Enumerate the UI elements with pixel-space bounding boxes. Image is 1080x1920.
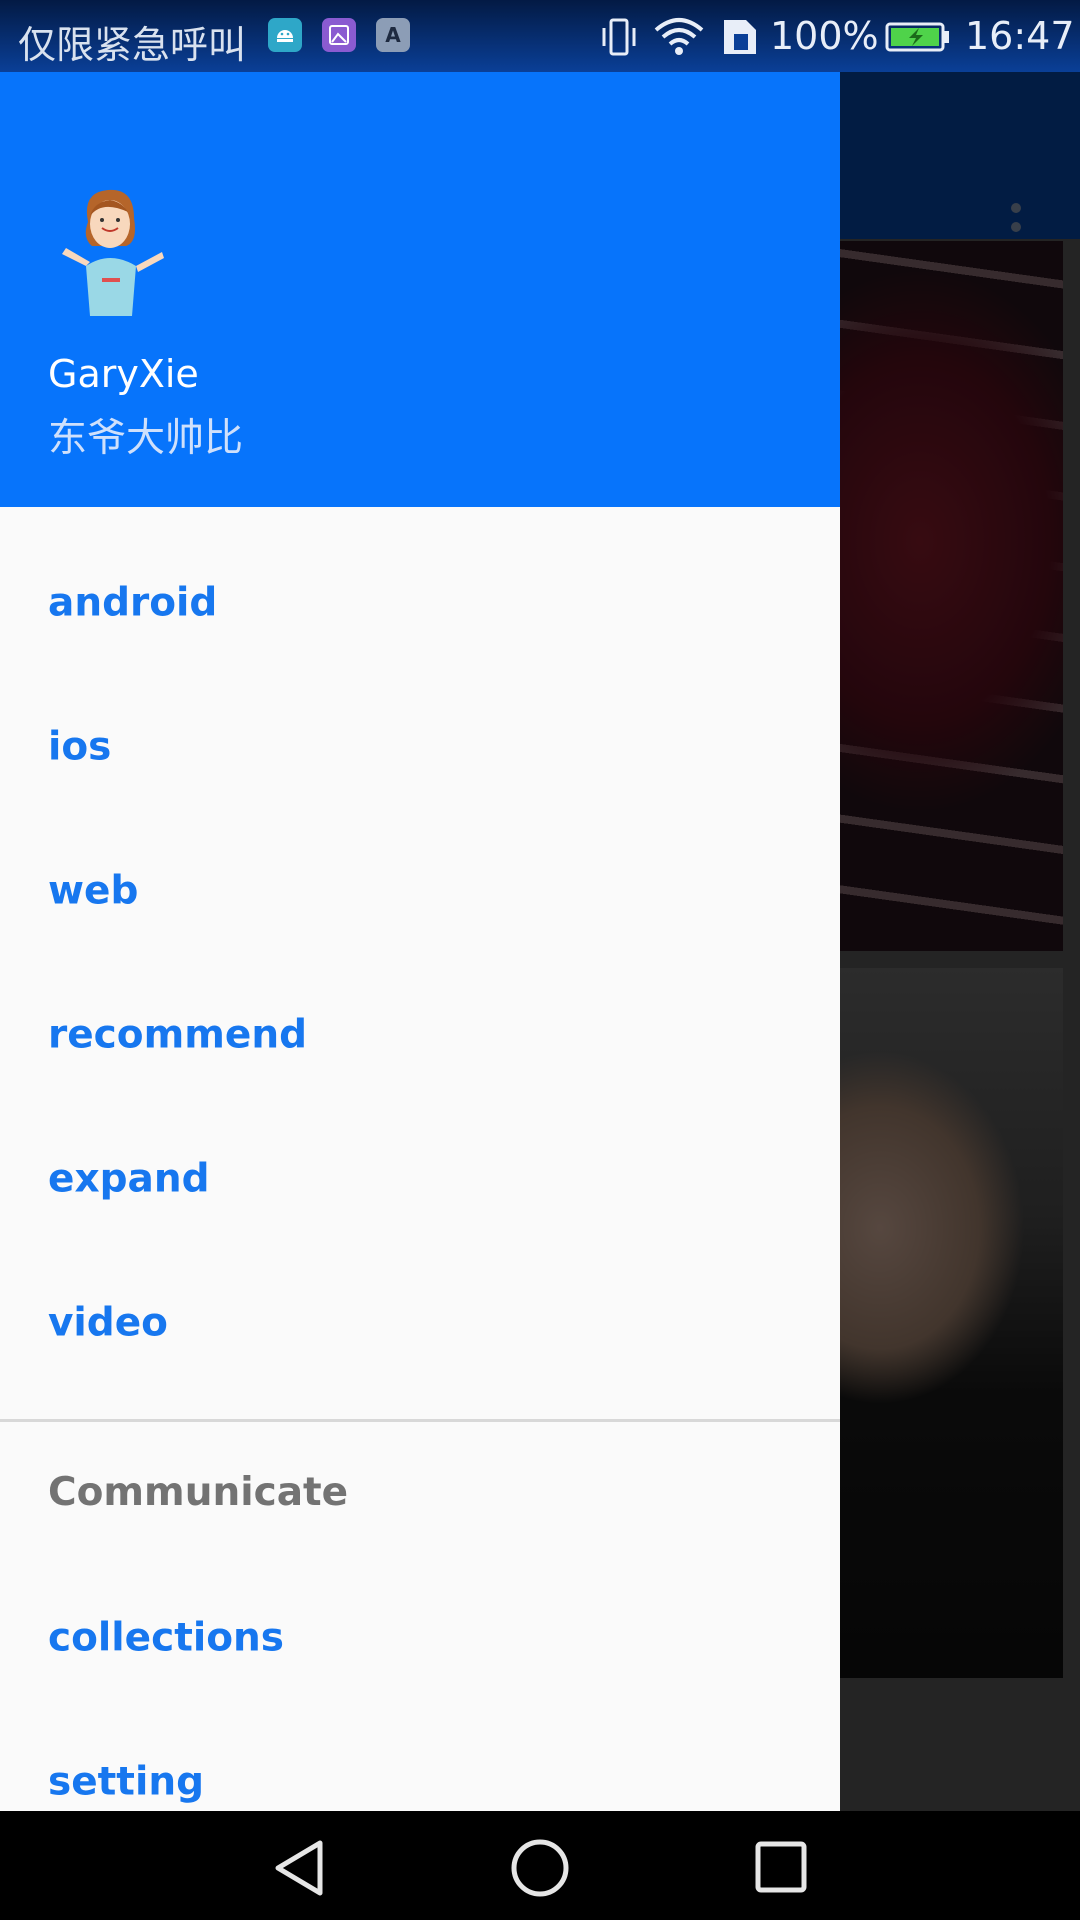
avatar[interactable] <box>52 182 176 322</box>
carrier-text: 仅限紧急呼叫 <box>18 23 247 67</box>
menu-item-label: video <box>48 1300 168 1346</box>
wifi-icon <box>652 14 706 62</box>
battery-charging-icon <box>885 22 951 56</box>
menu-item-label: collections <box>48 1615 284 1661</box>
menu-item-setting[interactable]: setting <box>0 1710 840 1811</box>
vibrate-icon <box>598 16 640 62</box>
menu-item-label: expand <box>48 1156 210 1202</box>
navigation-drawer: GaryXie 东爷大帅比 android ios web recommend … <box>0 72 840 1811</box>
battery-percent: 100% <box>770 14 879 58</box>
menu-divider <box>0 1419 840 1422</box>
menu-item-expand[interactable]: expand <box>0 1107 840 1251</box>
menu-item-video[interactable]: video <box>0 1251 840 1395</box>
sim-icon <box>720 16 760 62</box>
user-subtitle: 东爷大帅比 <box>48 416 244 461</box>
android-icon <box>268 18 302 52</box>
a-letter-icon: A <box>376 18 410 52</box>
menu-item-android[interactable]: android <box>0 531 840 675</box>
menu-item-label: android <box>48 580 218 626</box>
menu-item-recommend[interactable]: recommend <box>0 963 840 1107</box>
menu-item-collections[interactable]: collections <box>0 1566 840 1710</box>
recents-icon[interactable] <box>740 1833 820 1903</box>
home-icon[interactable] <box>500 1833 580 1903</box>
menu-item-label: setting <box>48 1759 204 1805</box>
drawer-header: GaryXie 东爷大帅比 <box>0 72 840 507</box>
menu-item-label: ios <box>48 724 112 770</box>
menu-item-label: recommend <box>48 1012 308 1058</box>
system-nav-bar <box>0 1811 1080 1920</box>
clock: 16:47 <box>965 14 1075 58</box>
gallery-icon <box>322 18 356 52</box>
section-header: Communicate <box>48 1470 349 1515</box>
menu-item-web[interactable]: web <box>0 819 840 963</box>
user-name: GaryXie <box>48 352 199 396</box>
back-icon[interactable] <box>262 1833 342 1903</box>
status-bar: 仅限紧急呼叫 A 100% 16:47 <box>0 0 1080 72</box>
menu-item-label: web <box>48 868 139 914</box>
menu-item-ios[interactable]: ios <box>0 675 840 819</box>
